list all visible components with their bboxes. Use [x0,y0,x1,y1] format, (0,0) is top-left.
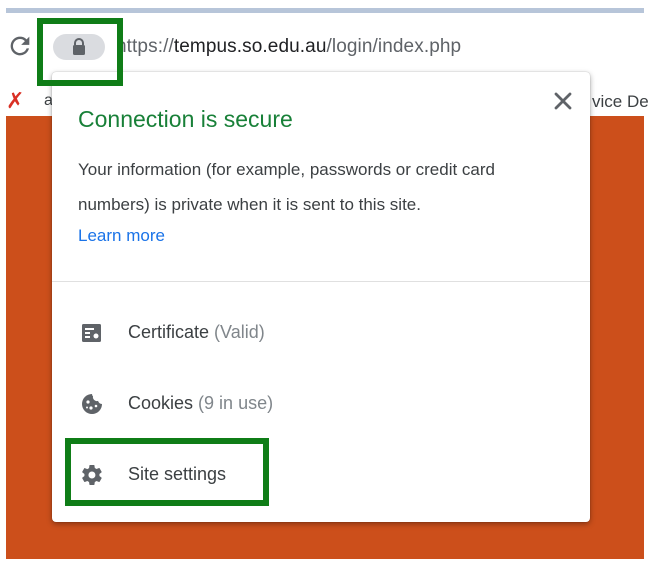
cookies-count: (9 in use) [198,393,274,413]
url-host: tempus.so.edu.au [173,36,327,57]
url-scheme: ttps:// [126,36,174,57]
certificate-label-text: Certificate [128,322,210,342]
bookmark-x-icon[interactable]: ✗ [6,88,24,114]
certificate-status: (Valid) [214,322,265,342]
page-bottom-edge [0,559,650,567]
window-top-strip [0,0,650,14]
cookies-row[interactable]: Cookies (9 in use) [52,379,590,427]
address-bar[interactable]: https://tempus.so.edu.au/login/index.php [116,36,461,58]
bookmark-item-truncated[interactable]: vice De [592,92,649,112]
url-path: /login/index.php [326,36,462,57]
tab-strip-edge [6,8,644,13]
divider [52,281,590,282]
highlight-box-lock [37,18,123,86]
cookies-label: Cookies (9 in use) [128,393,273,414]
cookie-icon [80,392,104,416]
close-icon[interactable] [552,90,574,112]
reload-icon[interactable] [6,32,34,60]
learn-more-link[interactable]: Learn more [78,226,165,246]
certificate-icon [80,321,104,345]
cookies-label-text: Cookies [128,393,194,413]
certificate-row[interactable]: Certificate (Valid) [52,308,590,356]
certificate-label: Certificate (Valid) [128,322,265,343]
connection-description: Your information (for example, passwords… [78,160,495,214]
connection-status-title: Connection is secure [78,106,293,132]
highlight-box-site-settings [65,438,269,506]
